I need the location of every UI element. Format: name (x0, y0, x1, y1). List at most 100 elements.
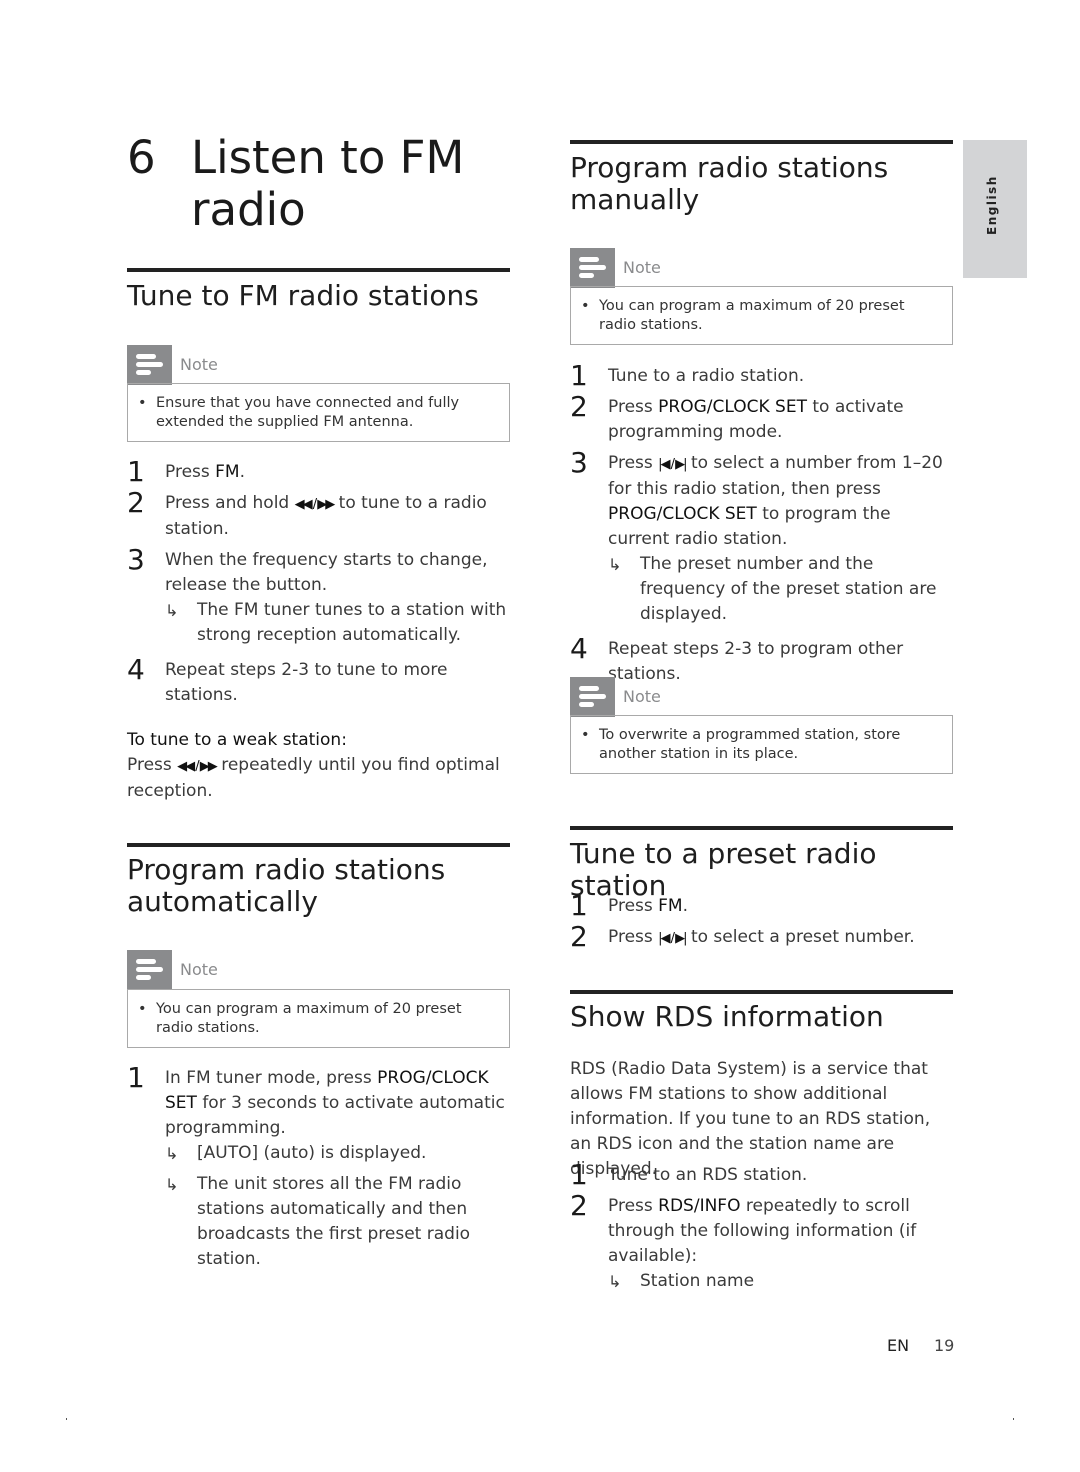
result-arrow-icon: ↳ (608, 1272, 622, 1291)
step-text: In FM tuner mode, press (165, 1068, 378, 1088)
note-label: Note (180, 355, 218, 374)
step: 1 Tune to a radio station. (570, 360, 955, 392)
language-tab: English (963, 140, 1027, 278)
bullet: • (581, 727, 590, 743)
step-text: to select a preset number. (685, 927, 915, 947)
step: 1 Tune to an RDS station. (570, 1159, 955, 1191)
step-text: Press (165, 462, 216, 482)
step-number: 4 (127, 653, 145, 686)
step-result: ↳ The FM tuner tunes to a station with st… (165, 598, 512, 648)
prev-next-buttons-icon: |◀ / ▶| (658, 931, 687, 946)
step: 2 Press PROG/CLOCK SET to activate progr… (570, 391, 955, 445)
section-rule (127, 268, 510, 272)
note-header: Note (570, 677, 953, 717)
result-text: The FM tuner tunes to a station with str… (197, 600, 507, 645)
step-number: 1 (570, 1158, 588, 1191)
step-number: 2 (127, 486, 145, 519)
key-label: PROG/CLOCK SET (608, 504, 757, 524)
step-number: 3 (570, 446, 588, 479)
page-number: 19 (934, 1336, 955, 1355)
crop-mark (1013, 1418, 1014, 1420)
key-label: FM (658, 896, 683, 916)
step-text: Press (608, 927, 659, 947)
result-arrow-icon: ↳ (165, 601, 179, 620)
step-number: 4 (570, 632, 588, 665)
step-text: Press (608, 397, 659, 417)
section-heading-preset: Tune to a preset radio station (570, 837, 877, 902)
seek-buttons-icon: ◀◀ / ▶▶ (177, 759, 218, 774)
prev-next-buttons-icon: |◀ / ▶| (658, 457, 687, 472)
weak-station-tip: To tune to a weak station: Press ◀◀ / ▶▶… (127, 728, 512, 804)
note-icon (570, 677, 615, 717)
step-number: 2 (570, 920, 588, 953)
note-label: Note (623, 687, 661, 706)
note-label: Note (180, 960, 218, 979)
section-heading-tune-fm: Tune to FM radio stations (127, 279, 479, 312)
result-arrow-icon: ↳ (165, 1175, 179, 1194)
step-text: Press (608, 896, 659, 916)
note-icon (127, 950, 172, 990)
note-box: • Ensure that you have connected and ful… (127, 383, 510, 442)
result-arrow-icon: ↳ (608, 555, 622, 574)
step-number: 1 (127, 455, 145, 488)
tune-fm-steps: 1 Press FM. 2 Press and hold ◀◀ / ▶▶ to … (127, 456, 512, 714)
rds-steps: 1 Tune to an RDS station. 2 Press RDS/IN… (570, 1159, 955, 1300)
note-text: To overwrite a programmed station, store… (599, 727, 901, 762)
key-label: FM (215, 462, 240, 482)
step-number: 1 (570, 359, 588, 392)
step-text: for 3 seconds to activate automatic prog… (165, 1093, 505, 1138)
result-arrow-icon: ↳ (165, 1144, 179, 1163)
step-result: ↳ Station name (608, 1269, 955, 1294)
chapter-heading: Listen to FM radio (191, 131, 465, 236)
section-heading-rds: Show RDS information (570, 1000, 884, 1033)
step-result: ↳ The unit stores all the FM radio statio… (165, 1172, 512, 1272)
note-box: • You can program a maximum of 20 preset… (570, 286, 953, 345)
weak-station-title: To tune to a weak station: (127, 730, 347, 750)
key-label: RDS/INFO (658, 1196, 741, 1216)
section-rule (570, 990, 953, 994)
step-result: ↳ [AUTO] (auto) is displayed. (165, 1141, 512, 1166)
bullet: • (138, 395, 147, 411)
step: 1 In FM tuner mode, press PROG/CLOCK SET… (127, 1062, 512, 1272)
language-tab-label: English (985, 175, 999, 235)
section-heading-prog-auto: Program radio stations automatically (127, 853, 446, 918)
step-number: 2 (570, 1189, 588, 1222)
section-rule (570, 140, 953, 144)
section-rule (570, 826, 953, 830)
prog-manual-steps: 1 Tune to a radio station. 2 Press PROG/… (570, 360, 955, 693)
step-text: . (682, 896, 689, 916)
note-icon (570, 248, 615, 288)
prog-auto-steps: 1 In FM tuner mode, press PROG/CLOCK SET… (127, 1062, 512, 1278)
step-text: Tune to a radio station. (608, 366, 805, 386)
step-text: Tune to an RDS station. (608, 1165, 808, 1185)
preset-steps: 1 Press FM. 2 Press |◀ / ▶| to select a … (570, 890, 955, 957)
step-number: 2 (570, 390, 588, 423)
step-number: 1 (127, 1061, 145, 1094)
step: 1 Press FM. (127, 456, 512, 488)
seek-buttons-icon: ◀◀ / ▶▶ (294, 497, 336, 512)
step-result: ↳ The preset number and the frequency of … (608, 552, 955, 627)
step-text: Press (608, 1196, 659, 1216)
crop-mark (66, 1418, 67, 1420)
step-text: . (239, 462, 246, 482)
result-text: Station name (640, 1271, 755, 1291)
section-rule (127, 843, 510, 847)
step: 2 Press RDS/INFO repeatedly to scroll th… (570, 1190, 955, 1294)
step: 4 Repeat steps 2-3 to tune to more stati… (127, 654, 512, 708)
step: 2 Press |◀ / ▶| to select a preset numbe… (570, 921, 955, 953)
chapter-number: 6 (127, 131, 156, 184)
step-text: Repeat steps 2-3 to tune to more station… (165, 660, 448, 705)
step: 1 Press FM. (570, 890, 955, 922)
bullet: • (138, 1001, 147, 1017)
note-text: You can program a maximum of 20 preset r… (599, 298, 905, 333)
step-text: Press (608, 453, 659, 473)
key-label: PROG/CLOCK SET (658, 397, 807, 417)
step: 2 Press and hold ◀◀ / ▶▶ to tune to a ra… (127, 487, 512, 542)
result-text: The preset number and the frequency of t… (640, 554, 937, 624)
step-number: 1 (570, 889, 588, 922)
step: 3 Press |◀ / ▶| to select a number from … (570, 447, 955, 627)
note-box: • To overwrite a programmed station, sto… (570, 715, 953, 774)
note-box: • You can program a maximum of 20 preset… (127, 989, 510, 1048)
section-heading-prog-manual: Program radio stations manually (570, 151, 889, 216)
note-label: Note (623, 258, 661, 277)
